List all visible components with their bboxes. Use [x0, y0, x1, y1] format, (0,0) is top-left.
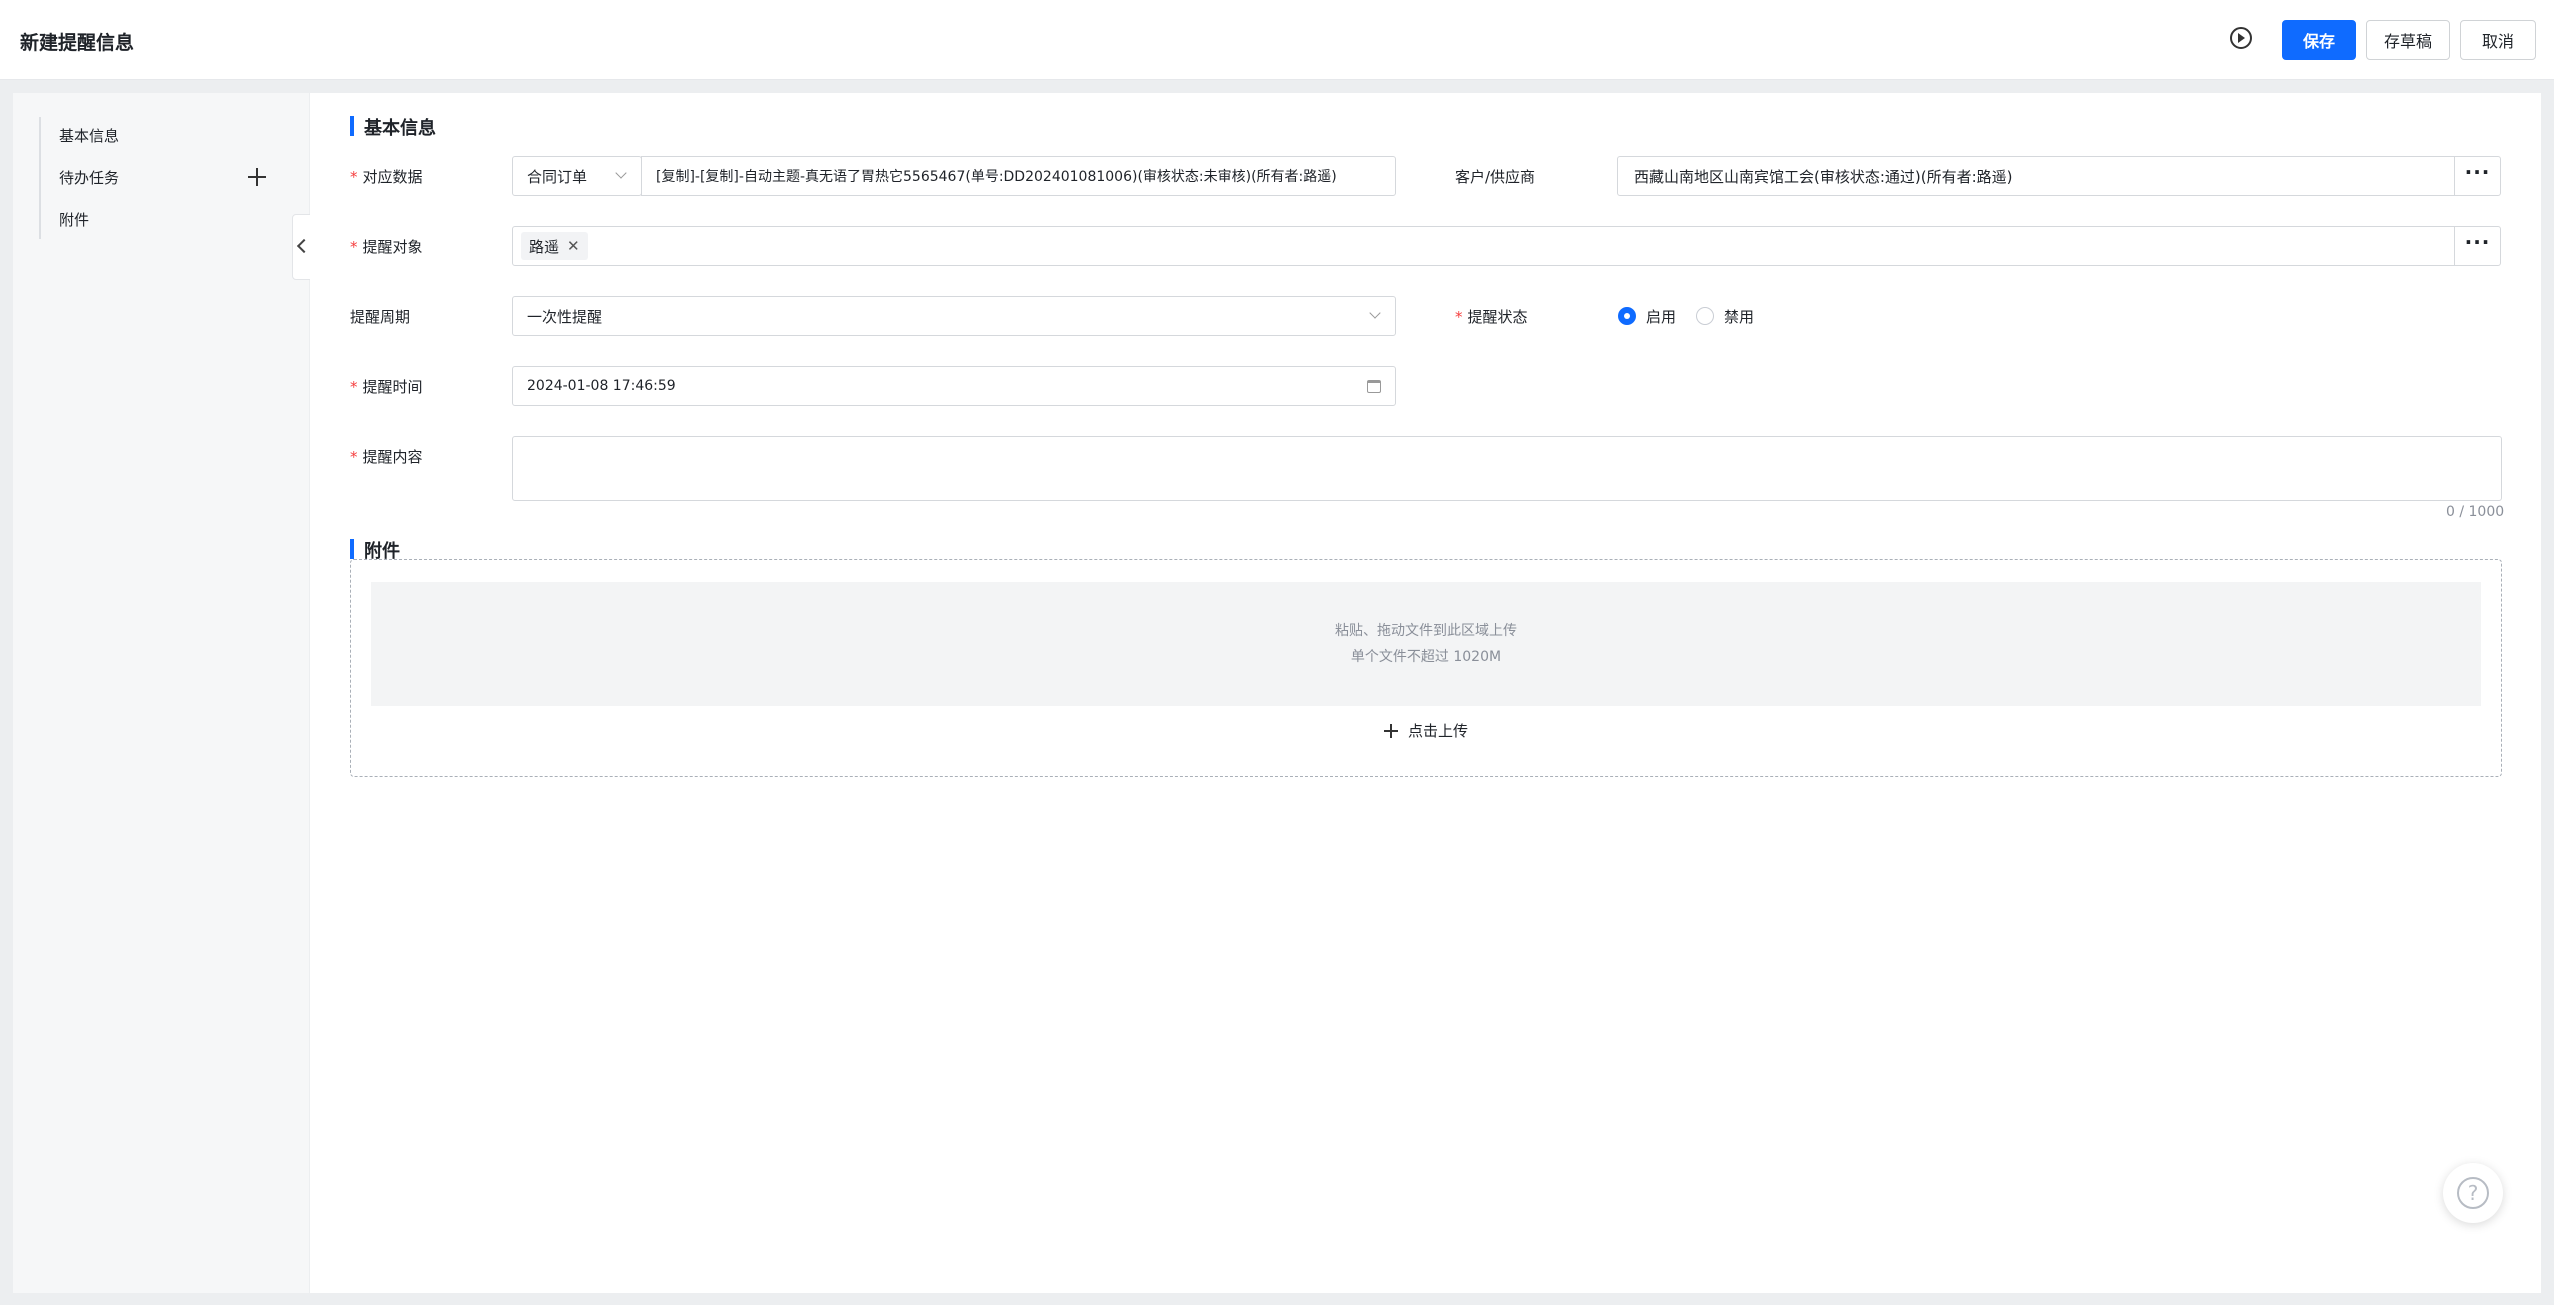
status-disabled-radio[interactable] [1696, 307, 1714, 325]
add-todo-icon[interactable] [247, 167, 267, 187]
section-title-basic-info: 基本信息 [350, 114, 436, 140]
upload-area[interactable]: 粘贴、拖动文件到此区域上传 单个文件不超过 1020M 点击上传 [350, 559, 2502, 777]
status-label: 提醒状态 [1455, 306, 1528, 327]
chevron-down-icon [1369, 307, 1381, 319]
sidebar-item-basic-info[interactable]: 基本信息 [59, 125, 119, 146]
data-value-field[interactable]: [复制]-[复制]-自动主题-真无语了胃热它5565467(单号:DD20240… [641, 156, 1396, 196]
content-label: 提醒内容 [350, 446, 423, 467]
play-icon[interactable] [2230, 27, 2252, 49]
time-picker[interactable]: 2024-01-08 17:46:59 [512, 366, 1396, 406]
click-upload-label: 点击上传 [1407, 722, 1468, 740]
close-icon[interactable]: ✕ [567, 237, 580, 255]
time-value: 2024-01-08 17:46:59 [527, 378, 676, 394]
question-icon: ? [2457, 1177, 2489, 1209]
sidebar-item-attachment[interactable]: 附件 [59, 209, 89, 230]
sidebar: 基本信息 待办任务 附件 [13, 93, 309, 1293]
click-upload-button[interactable]: 点击上传 [351, 720, 2501, 741]
cycle-label: 提醒周期 [350, 308, 411, 326]
customer-label: 客户/供应商 [1455, 168, 1536, 186]
time-label: 提醒时间 [350, 376, 423, 397]
chevron-left-icon [296, 238, 312, 254]
target-field[interactable]: 路遥 ✕ ··· [512, 226, 2501, 266]
customer-more-button[interactable]: ··· [2454, 157, 2500, 195]
sidebar-anchor-line [39, 117, 41, 239]
target-label: 提醒对象 [350, 236, 423, 257]
customer-value: 西藏山南地区山南宾馆工会(审核状态:通过)(所有者:路遥) [1634, 167, 2013, 186]
cancel-button[interactable]: 取消 [2460, 20, 2536, 60]
plus-icon [1383, 723, 1398, 738]
drop-hint-line2: 单个文件不超过 1020M [1350, 649, 1502, 665]
status-enabled-radio[interactable] [1618, 307, 1636, 325]
target-more-button[interactable]: ··· [2454, 227, 2500, 265]
status-enabled-label[interactable]: 启用 [1646, 306, 1676, 327]
status-disabled-label[interactable]: 禁用 [1724, 306, 1754, 327]
sidebar-item-todo[interactable]: 待办任务 [59, 167, 119, 188]
data-value-text: [复制]-[复制]-自动主题-真无语了胃热它5565467(单号:DD20240… [656, 169, 1337, 185]
save-button[interactable]: 保存 [2282, 20, 2356, 60]
drop-zone[interactable]: 粘贴、拖动文件到此区域上传 单个文件不超过 1020M [371, 582, 2481, 706]
more-icon: ··· [2464, 230, 2491, 254]
data-type-select[interactable]: 合同订单 [512, 156, 642, 196]
content-char-counter: 0 / 1000 [2446, 504, 2505, 520]
data-label: 对应数据 [350, 166, 423, 187]
cycle-value: 一次性提醒 [527, 307, 603, 326]
data-type-value: 合同订单 [527, 167, 588, 186]
drop-hint-line1: 粘贴、拖动文件到此区域上传 [1335, 623, 1517, 639]
calendar-icon [1367, 380, 1381, 393]
more-icon: ··· [2464, 160, 2491, 184]
save-draft-button[interactable]: 存草稿 [2366, 20, 2450, 60]
content-textarea[interactable] [512, 436, 2502, 501]
collapse-sidebar-button[interactable] [292, 214, 312, 280]
page-title: 新建提醒信息 [20, 32, 135, 54]
target-tag: 路遥 ✕ [521, 232, 588, 260]
cycle-select[interactable]: 一次性提醒 [512, 296, 1396, 336]
top-bar: 新建提醒信息 保存 存草稿 取消 [0, 0, 2554, 80]
chevron-down-icon [615, 167, 627, 179]
help-button[interactable]: ? [2443, 1163, 2503, 1223]
target-tag-label: 路遥 [529, 237, 560, 256]
customer-field[interactable]: 西藏山南地区山南宾馆工会(审核状态:通过)(所有者:路遥) ··· [1617, 156, 2501, 196]
